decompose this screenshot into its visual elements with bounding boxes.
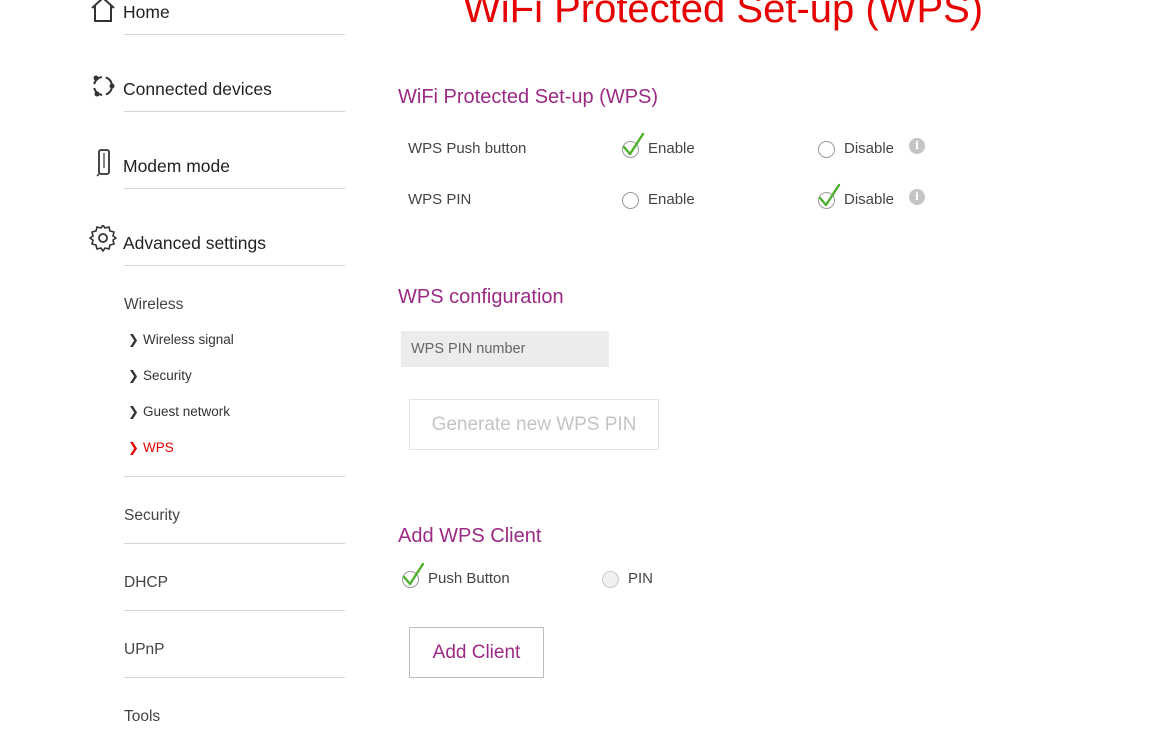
nav-divider — [124, 543, 345, 544]
checkmark-icon — [622, 132, 645, 156]
client-pin-radio[interactable]: PIN — [602, 569, 672, 593]
add-client-button[interactable]: Add Client — [409, 627, 544, 678]
sidebar-section-upnp[interactable]: UPnP — [124, 641, 165, 659]
radio-circle — [602, 571, 619, 588]
sidebar-section-dhcp[interactable]: DHCP — [124, 574, 168, 592]
sidebar-item-label: Guest network — [143, 404, 231, 419]
nav-divider — [124, 188, 345, 189]
sidebar-item-guest-network[interactable]: ❯ Guest network — [128, 402, 230, 422]
nav-label-advanced-settings: Advanced settings — [123, 233, 267, 253]
sidebar-item-label: WPS — [143, 440, 174, 455]
wps-pin-enable-radio[interactable]: Enable — [622, 190, 742, 214]
add-wps-client-title: Add WPS Client — [398, 525, 542, 547]
wps-pin-label: WPS PIN — [408, 191, 472, 208]
radio-label: Enable — [648, 140, 695, 157]
wps-push-button-label: WPS Push button — [408, 140, 527, 157]
checkmark-icon — [818, 183, 841, 207]
radio-label: PIN — [628, 570, 654, 587]
sidebar-section-tools[interactable]: Tools — [124, 708, 160, 726]
chevron-right-icon: ❯ — [128, 440, 139, 455]
wps-push-button-disable-radio[interactable]: Disable — [818, 139, 918, 163]
radio-circle — [818, 141, 835, 158]
nav-divider — [124, 111, 345, 112]
nav-item-advanced-settings[interactable]: Advanced settings — [85, 225, 345, 265]
nav-divider — [124, 34, 345, 35]
chevron-right-icon: ❯ — [128, 404, 139, 419]
sidebar-item-wireless-signal[interactable]: ❯ Wireless signal — [128, 330, 234, 350]
nav-label-home: Home — [123, 2, 170, 22]
gear-icon — [89, 225, 117, 252]
chevron-right-icon: ❯ — [128, 368, 139, 383]
chevron-right-icon: ❯ — [128, 332, 139, 347]
page-title: WiFi Protected Set-up (WPS) — [463, 0, 984, 31]
radio-label: Disable — [844, 191, 895, 208]
wps-config-title: WPS configuration — [398, 286, 564, 308]
sidebar-item-wps[interactable]: ❯ WPS — [128, 438, 174, 458]
sidebar-section-security[interactable]: Security — [124, 507, 180, 525]
radio-circle — [622, 192, 639, 209]
nav-label-connected-devices: Connected devices — [123, 79, 272, 99]
generate-wps-pin-button[interactable]: Generate new WPS PIN — [409, 399, 659, 450]
connected-devices-icon — [93, 75, 115, 97]
wps-push-button-enable-radio[interactable]: Enable — [622, 132, 742, 163]
nav-divider — [124, 677, 345, 678]
radio-label: Enable — [648, 191, 695, 208]
nav-label-modem-mode: Modem mode — [123, 156, 230, 176]
info-icon[interactable]: i — [909, 138, 925, 154]
radio-label: Disable — [844, 140, 895, 157]
sidebar-item-label: Security — [143, 368, 192, 383]
sidebar-item-security[interactable]: ❯ Security — [128, 366, 192, 386]
nav-divider — [124, 610, 345, 611]
nav-divider — [124, 265, 345, 266]
nav-item-connected-devices[interactable]: Connected devices — [85, 72, 345, 112]
home-icon — [91, 0, 115, 22]
wps-section-title: WiFi Protected Set-up (WPS) — [398, 86, 659, 108]
nav-item-home[interactable]: Home — [85, 0, 345, 34]
checkmark-icon — [402, 562, 425, 586]
sidebar-item-label: Wireless signal — [143, 332, 234, 347]
sidebar-heading-wireless[interactable]: Wireless — [124, 296, 183, 314]
client-push-button-radio[interactable]: Push Button — [402, 562, 532, 593]
nav-divider — [124, 476, 345, 477]
wps-pin-disable-radio[interactable]: Disable — [818, 183, 918, 214]
modem-icon — [96, 149, 110, 177]
info-icon[interactable]: i — [909, 189, 925, 205]
wps-pin-number-input[interactable] — [401, 331, 609, 367]
nav-item-modem-mode[interactable]: Modem mode — [85, 148, 345, 188]
radio-label: Push Button — [428, 570, 510, 587]
